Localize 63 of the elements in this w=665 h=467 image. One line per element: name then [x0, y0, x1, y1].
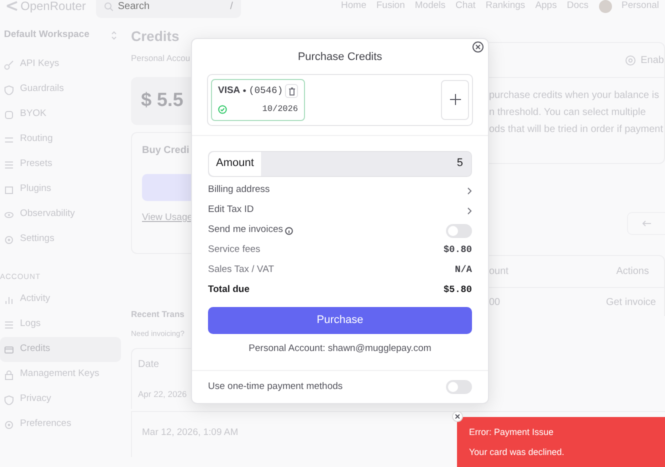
close-button[interactable] — [472, 41, 484, 53]
toast-message: Your card was declined. — [469, 446, 566, 458]
trash-icon — [288, 86, 296, 96]
total-label: Total due — [208, 283, 250, 298]
key-icon — [4, 60, 14, 70]
purchase-button[interactable]: Purchase — [208, 306, 472, 334]
balance-amount: $ 5.5 — [141, 88, 184, 112]
eye-icon — [4, 210, 14, 220]
list-icon — [4, 320, 14, 330]
settings-icon — [4, 234, 14, 244]
amount-field[interactable]: Amount 5 — [208, 150, 472, 176]
shortcut-key: / — [230, 0, 233, 14]
delete-button[interactable] — [285, 84, 298, 98]
settings-icon — [624, 54, 636, 66]
plus-icon — [450, 94, 460, 105]
toggle-switch[interactable] — [446, 224, 472, 238]
workspace-select[interactable]: Default Workspace — [0, 22, 121, 48]
settings-icon — [4, 420, 14, 430]
close-icon — [455, 414, 460, 419]
fee-value: N/A — [454, 263, 472, 278]
chevron-updown-icon — [111, 30, 117, 40]
credit-card-icon — [4, 344, 14, 354]
previous-page-button[interactable] — [627, 212, 665, 235]
chevron-right-icon — [467, 206, 472, 214]
buy-button[interactable] — [142, 174, 191, 201]
card-number: (0546) — [248, 84, 283, 98]
avatar[interactable] — [598, 0, 612, 12]
toggle-switch[interactable] — [446, 380, 472, 394]
separator-dot: • — [242, 84, 246, 98]
fee-label: Sales Tax / VAT — [208, 263, 274, 278]
invoice-label: Send me invoices — [208, 223, 283, 238]
fee-label: Service fees — [208, 243, 260, 258]
card-expiry: 10/2026 — [262, 102, 298, 116]
search-bar[interactable]: Search / — [96, 0, 241, 18]
arrow-left-icon — [642, 220, 651, 227]
add-card-button[interactable] — [441, 80, 469, 120]
shield-icon — [4, 394, 14, 404]
chevron-right-icon — [467, 186, 472, 194]
view-usage-link[interactable]: View Usage — [142, 210, 193, 225]
option-label: Use one-time payment methods — [208, 380, 343, 394]
shield-icon — [4, 84, 14, 94]
settings-link[interactable]: Billing address — [208, 180, 472, 200]
search-field[interactable]: Search — [118, 0, 226, 14]
settings-link[interactable]: Edit Tax ID — [208, 200, 472, 220]
info-icon — [285, 226, 294, 234]
lock-icon — [4, 370, 14, 380]
account-note: Personal Account: shawn@mugglepay.com — [248, 342, 432, 356]
bar-chart-icon — [4, 294, 14, 304]
amount-label: Amount — [209, 152, 261, 176]
amount-input[interactable]: 5 — [260, 155, 471, 172]
sidebar-item[interactable]: Credits — [0, 337, 121, 362]
card-title: Buy Credi — [142, 144, 190, 158]
check-circle-icon — [218, 104, 227, 114]
card-brand: VISA — [218, 84, 240, 98]
toast-close-button[interactable] — [452, 411, 463, 422]
total-value: $5.80 — [443, 283, 472, 298]
search-icon — [104, 2, 113, 10]
dialog-title: Purchase Credits — [296, 50, 384, 65]
fee-value: $0.80 — [443, 243, 472, 258]
payment-card[interactable]: VISA • (0546) 10/2026 — [211, 78, 305, 120]
logo-icon — [6, 1, 18, 11]
close-icon — [472, 41, 484, 53]
toast-title: Error: Payment Issue — [469, 426, 555, 439]
